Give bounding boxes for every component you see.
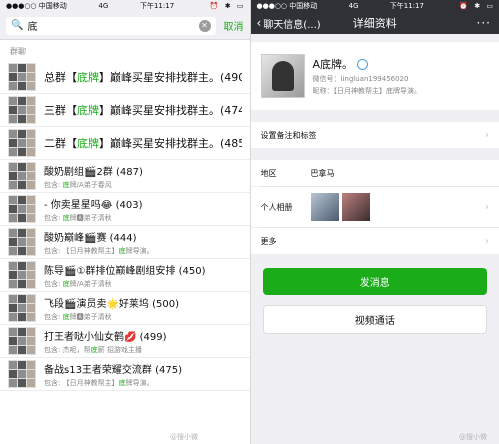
chevron-right-icon: › [485, 201, 489, 213]
send-message-button[interactable]: 发消息 [262, 268, 487, 295]
group-member-match: 包含: 杰呢，帮底薪 招游戏主播 [44, 345, 142, 354]
album-thumbnail [310, 193, 339, 221]
group-member-match: 包含: 底牌🅰弟子清秋 [44, 312, 112, 321]
bluetooth-icon: ✱ [224, 2, 231, 10]
group-name: 酸奶剧组🎬2群 (487) [44, 166, 143, 178]
group-list-item[interactable]: 打王者哒小仙女鹤💋 (499) 包含: 杰呢，帮底薪 招游戏主播 [0, 325, 250, 358]
group-name: 打王者哒小仙女鹤💋 (499) [44, 331, 167, 343]
group-avatar [8, 228, 36, 256]
search-input[interactable] [27, 20, 199, 31]
nav-bar: ‹ 聊天信息(...) 详细资料 ··· [250, 12, 499, 34]
group-name: 陈导🎬①群排位巅峰剧组安排 (450) [44, 265, 206, 277]
group-name: 酸奶巅峰🎬赛 (444) [44, 232, 137, 244]
group-name: 三群【底牌】巅峰买星安排找群主。(474) [44, 104, 242, 117]
set-remark-row[interactable]: 设置备注和标签 › [250, 122, 499, 148]
region-value: 巴拿马 [310, 168, 335, 178]
wechat-id: 微信号：lingluan199456020 [312, 75, 409, 83]
profile-name: A底牌。 [312, 58, 354, 71]
group-member-match: 包含: 【日月神教帮主】底牌导演。 [44, 378, 154, 387]
carrier-label: ●●●○○ 中国移动 [6, 2, 67, 10]
alarm-icon: ⏰ [209, 2, 219, 10]
album-thumbnails [310, 193, 373, 221]
group-list-item[interactable]: - 你卖星星吗😂 (403) 包含: 底牌🅰弟子清秋 [0, 193, 250, 226]
region-row: 地区 巴拿马 [250, 160, 499, 186]
status-bar: ●●●○○ 中国移动 4G 下午11:17 ⏰ ✱ ▭ [0, 0, 250, 12]
search-bar: 🔍 ✕ 取消 [0, 12, 250, 40]
more-options-icon[interactable]: ··· [477, 16, 491, 30]
album-thumbnail [341, 193, 370, 221]
group-avatar [8, 96, 36, 124]
gender-icon [357, 58, 369, 70]
profile-screen: ●●●○○ 中国移动 4G 下午11:17 ⏰ ✱ ▭ ‹ 聊天信息(...) … [249, 0, 499, 444]
group-list-item[interactable]: 飞段🎬演员卖🌟好莱坞 (500) 包含: 底牌🅰弟子清秋 [0, 292, 250, 325]
nickname: 昵称：【日月神教帮主】底牌导演。 [312, 87, 422, 95]
group-member-match: 包含: 底牌/A弟子清秋 [44, 279, 112, 288]
set-remark-label: 设置备注和标签 [260, 130, 317, 140]
video-call-button[interactable]: 视频通话 [262, 305, 487, 334]
group-member-match: 包含: 底牌/A弟子春风 [44, 180, 112, 189]
back-label: 聊天信息(...) [263, 19, 321, 31]
more-label: 更多 [260, 236, 277, 246]
group-list-item[interactable]: 二群【底牌】巅峰买星安排找群主。(485) [0, 127, 250, 160]
group-name: 总群【底牌】巅峰买星安排找群主。(490) [44, 71, 242, 84]
region-label: 地区 [260, 168, 277, 178]
group-list-item[interactable]: 酸奶剧组🎬2群 (487) 包含: 底牌/A弟子春风 [0, 160, 250, 193]
album-row[interactable]: 个人相册 › [250, 187, 499, 227]
cancel-button[interactable]: 取消 [224, 18, 244, 33]
battery-icon: ▭ [236, 2, 244, 10]
carrier-label: ●●●○○ 中国移动 [256, 2, 318, 10]
group-avatar [8, 294, 36, 322]
group-name: 飞段🎬演员卖🌟好莱坞 (500) [44, 298, 179, 310]
time-label: 下午11:17 [389, 2, 424, 10]
group-avatar [8, 360, 36, 388]
group-name: 备战s13王者荣耀交流群 (475) [44, 364, 183, 376]
group-avatar [8, 327, 36, 355]
bluetooth-icon: ✱ [474, 2, 481, 10]
group-avatar [8, 195, 36, 223]
search-field[interactable]: 🔍 ✕ [6, 16, 216, 35]
group-name: - 你卖星星吗😂 (403) [44, 199, 143, 211]
group-list-item[interactable]: 陈导🎬①群排位巅峰剧组安排 (450) 包含: 底牌/A弟子清秋 [0, 259, 250, 292]
alarm-icon: ⏰ [459, 2, 468, 10]
group-name: 二群【底牌】巅峰买星安排找群主。(485) [44, 137, 242, 150]
network-label: 4G [98, 2, 109, 10]
search-icon: 🔍 [11, 20, 24, 31]
group-avatar [8, 162, 36, 190]
group-avatar [8, 63, 36, 91]
group-list-item[interactable]: 酸奶巅峰🎬赛 (444) 包含: 【日月神教帮主】底牌导演。 [0, 226, 250, 259]
back-button[interactable]: ‹ 聊天信息(...) [257, 16, 321, 31]
group-member-match: 包含: 【日月神教帮主】底牌导演。 [44, 246, 154, 255]
group-avatar [8, 129, 36, 157]
group-list-item[interactable]: 备战s13王者荣耀交流群 (475) 包含: 【日月神教帮主】底牌导演。 [0, 358, 250, 391]
watermark: @搜小微 [459, 433, 487, 441]
group-list: 总群【底牌】巅峰买星安排找群主。(490) 三群【底牌】巅峰买星安排找群主。(47… [0, 61, 250, 391]
clear-icon[interactable]: ✕ [198, 19, 211, 32]
profile-card[interactable]: A底牌。 微信号：lingluan199456020 昵称：【日月神教帮主】底牌… [250, 42, 499, 110]
chevron-left-icon: ‹ [256, 16, 262, 30]
battery-icon: ▭ [486, 2, 493, 10]
chevron-right-icon: › [485, 235, 489, 247]
group-avatar [8, 261, 36, 289]
time-label: 下午11:17 [139, 2, 175, 10]
avatar[interactable] [260, 54, 305, 98]
group-list-item[interactable]: 总群【底牌】巅峰买星安排找群主。(490) [0, 61, 250, 94]
search-screen: ●●●○○ 中国移动 4G 下午11:17 ⏰ ✱ ▭ 🔍 ✕ 取消 群聊 总群… [0, 0, 250, 444]
more-row[interactable]: 更多 › [250, 228, 499, 254]
group-list-item[interactable]: 三群【底牌】巅峰买星安排找群主。(474) [0, 94, 250, 127]
album-label: 个人相册 [260, 202, 293, 212]
group-member-match: 包含: 底牌🅰弟子清秋 [44, 213, 112, 222]
watermark: @搜小微 [170, 433, 198, 441]
chevron-right-icon: › [485, 129, 489, 141]
status-bar: ●●●○○ 中国移动 4G 下午11:17 ⏰ ✱ ▭ [250, 0, 499, 12]
section-header-groups: 群聊 [10, 47, 26, 56]
network-label: 4G [348, 2, 359, 10]
